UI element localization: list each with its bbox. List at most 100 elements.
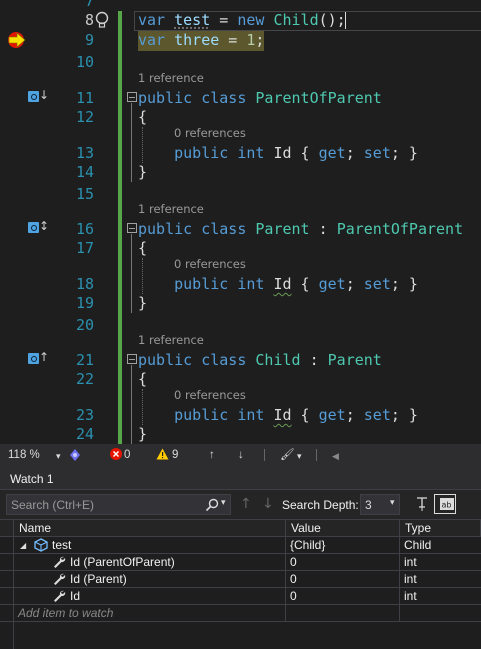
table-row[interactable]: Id 0 int xyxy=(0,588,481,605)
code-token: set xyxy=(363,275,391,293)
code-line[interactable]: var test = new Child(); xyxy=(138,11,346,29)
code-line[interactable]: public int Id { get; set; } xyxy=(138,406,418,424)
add-watch-input[interactable]: Add item to watch xyxy=(14,605,286,622)
code-line[interactable]: var three = 1; xyxy=(138,31,264,49)
arrow-down-icon[interactable]: ↓ xyxy=(238,448,244,462)
error-icon[interactable] xyxy=(110,448,122,460)
code-token: var xyxy=(138,31,166,49)
error-count[interactable]: 0 xyxy=(124,448,130,462)
code-line[interactable]: } xyxy=(138,163,147,181)
code-token: get xyxy=(318,144,346,162)
table-row[interactable]: Id (ParentOfParent) 0 int xyxy=(0,554,481,571)
add-watch-row[interactable]: Add item to watch xyxy=(0,605,481,622)
code-token: Parent xyxy=(327,351,382,369)
watch-search-box[interactable]: ▾ xyxy=(6,494,231,515)
header-gutter xyxy=(0,520,14,537)
divider xyxy=(316,449,317,461)
code-token: three xyxy=(174,31,220,49)
watch-name: Id xyxy=(66,588,286,605)
code-token: int xyxy=(237,406,265,424)
code-line[interactable]: { xyxy=(138,370,147,388)
code-line[interactable]: public class Parent : ParentOfParent xyxy=(138,220,463,238)
pin-icon[interactable] xyxy=(414,496,430,512)
column-header-name[interactable]: Name xyxy=(14,520,286,537)
codelens-references[interactable]: 1 reference xyxy=(138,202,204,216)
line-number: 11 xyxy=(75,89,94,107)
code-line[interactable]: } xyxy=(138,425,147,443)
codelens-references[interactable]: 1 reference xyxy=(138,333,204,347)
lightbulb-icon[interactable] xyxy=(94,11,110,29)
column-header-value[interactable]: Value xyxy=(286,520,400,537)
code-token: : xyxy=(300,351,328,369)
code-line[interactable]: public int Id { get; set; } xyxy=(138,144,418,162)
watch-type: int xyxy=(404,555,417,569)
chevron-down-icon[interactable]: ▾ xyxy=(56,449,61,463)
code-token: ; xyxy=(345,144,364,162)
scroll-left-icon[interactable]: ◀ xyxy=(332,449,339,463)
line-number: 22 xyxy=(75,370,94,388)
code-line[interactable]: public class ParentOfParent xyxy=(138,89,382,107)
codelens-references[interactable]: 1 reference xyxy=(138,71,204,85)
codelens-references[interactable]: 0 references xyxy=(174,388,246,402)
line-number: 12 xyxy=(75,108,94,126)
search-depth-select[interactable]: 3 ▾ xyxy=(360,494,400,515)
wrench-icon xyxy=(54,590,66,602)
codelens-references[interactable]: 0 references xyxy=(174,126,246,140)
chevron-down-icon[interactable]: ▾ xyxy=(297,449,302,463)
collapse-class-toggle[interactable] xyxy=(127,92,137,102)
instruction-pointer-icon[interactable] xyxy=(6,31,28,49)
search-back-icon: ↑ xyxy=(240,496,252,512)
table-row[interactable]: ◢ test {Child} Child xyxy=(0,537,481,554)
table-row[interactable]: Id (Parent) 0 int xyxy=(0,571,481,588)
code-editor[interactable]: ↓ ↕ ↑ 7 8 var test = new Child(); 9 var thre… xyxy=(0,0,481,444)
search-icon[interactable] xyxy=(205,498,219,512)
column-header-type[interactable]: Type xyxy=(400,520,481,537)
watch-value[interactable]: 0 xyxy=(286,588,400,605)
collapse-class-toggle[interactable] xyxy=(127,354,137,364)
warning-count[interactable]: 9 xyxy=(172,448,178,462)
code-token: set xyxy=(363,406,391,424)
watch-value[interactable]: 0 xyxy=(286,554,400,571)
implements-icon[interactable]: ↑ xyxy=(28,350,50,365)
collapse-class-toggle[interactable] xyxy=(127,223,137,233)
arrow-up-icon[interactable]: ↑ xyxy=(209,448,215,462)
implements-implemented-icon[interactable]: ↕ xyxy=(28,219,50,234)
watch-type: int xyxy=(404,589,417,603)
code-line[interactable]: public int Id { get; set; } xyxy=(138,275,418,293)
watch-title-bar[interactable]: Watch 1 xyxy=(0,466,481,490)
copilot-icon[interactable] xyxy=(68,447,82,463)
code-line[interactable]: public class Child : Parent xyxy=(138,351,382,369)
warning-icon[interactable] xyxy=(156,448,169,460)
watch-value[interactable]: {Child} xyxy=(286,537,400,554)
code-token: class xyxy=(201,220,247,238)
implemented-by-icon[interactable]: ↓ xyxy=(28,88,50,103)
hex-display-icon[interactable]: ab xyxy=(434,494,456,514)
code-line[interactable]: { xyxy=(138,239,147,257)
fold-guide xyxy=(131,365,132,444)
code-token: ; xyxy=(345,406,364,424)
code-token: Child xyxy=(255,351,301,369)
code-token: } xyxy=(138,425,148,443)
fold-guide xyxy=(131,103,132,182)
watch-name: Id (ParentOfParent) xyxy=(66,554,286,571)
zoom-level[interactable]: 118 % xyxy=(8,448,40,462)
wrench-icon xyxy=(54,573,66,585)
search-input[interactable] xyxy=(11,496,196,514)
collapse-triangle-icon[interactable]: ◢ xyxy=(20,538,26,554)
code-token: : xyxy=(309,220,337,238)
code-line[interactable]: } xyxy=(138,294,147,312)
line-number: 17 xyxy=(75,239,94,257)
chevron-down-icon[interactable]: ▾ xyxy=(390,498,395,508)
code-token: Id xyxy=(273,275,292,293)
code-token: public xyxy=(174,275,229,293)
codelens-references[interactable]: 0 references xyxy=(174,257,246,271)
search-depth-value: 3 xyxy=(365,498,372,512)
editor-status-bar: 118 % ▾ 0 9 ↑ ↓ 🖌 ▾ ◀ xyxy=(0,444,481,466)
code-token: public xyxy=(174,144,229,162)
brush-icon[interactable]: 🖌 xyxy=(280,448,295,462)
code-token: ; xyxy=(345,275,364,293)
code-line[interactable]: { xyxy=(138,108,147,126)
chevron-down-icon[interactable]: ▾ xyxy=(221,498,226,508)
watch-value[interactable]: 0 xyxy=(286,571,400,588)
